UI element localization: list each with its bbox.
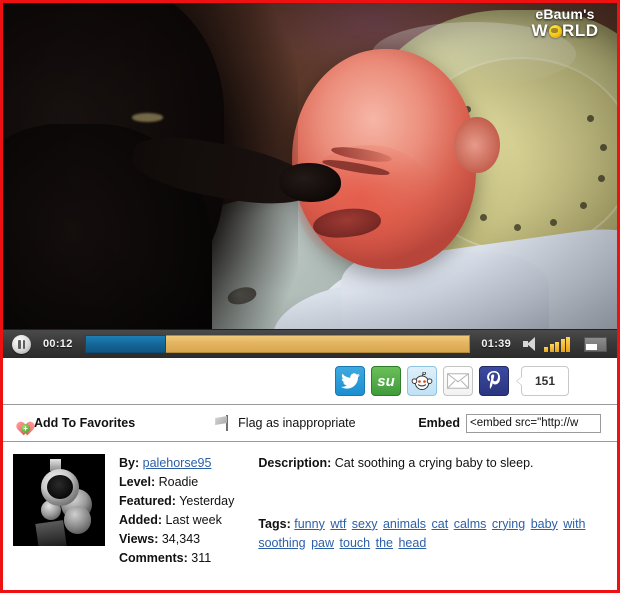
description-line: Description: Cat soothing a crying baby … xyxy=(258,454,607,473)
meta-label-views: Views: xyxy=(119,532,159,546)
meta-row-added: Added: Last week xyxy=(119,511,234,530)
description-column: Description: Cat soothing a crying baby … xyxy=(258,454,607,568)
meta-value-featured: Yesterday xyxy=(179,494,235,508)
scene-pillow-dot xyxy=(549,219,557,227)
tag-link[interactable]: sexy xyxy=(352,517,378,531)
tag-link[interactable]: with xyxy=(563,517,585,531)
watermark-line1: eBaum's xyxy=(535,6,595,22)
meta-label-added: Added: xyxy=(119,513,163,527)
scene-pillow-dot xyxy=(586,115,594,123)
volume-bar xyxy=(544,346,548,352)
scene-pillow-dot xyxy=(579,201,587,209)
volume-bar xyxy=(549,344,554,352)
progress-remaining xyxy=(165,335,471,353)
tag-link[interactable]: touch xyxy=(340,536,371,550)
volume-bar xyxy=(555,341,559,352)
meta-label-comments: Comments: xyxy=(119,551,188,565)
tag-link[interactable]: head xyxy=(398,536,426,550)
watermark-rld: RLD xyxy=(562,21,599,40)
watermark-line2: W RLD xyxy=(519,22,611,39)
uploader-link[interactable]: palehorse95 xyxy=(143,456,212,470)
meta-value-comments: 311 xyxy=(191,551,212,565)
stumbleupon-share-button[interactable]: su xyxy=(371,366,401,396)
meta-value-level: Roadie xyxy=(158,475,199,489)
tag-link[interactable]: baby xyxy=(531,517,558,531)
tags-line: Tags: funny wtf sexy animals cat calms c… xyxy=(258,515,607,553)
tag-link[interactable]: wtf xyxy=(330,517,346,531)
tag-link[interactable]: funny xyxy=(294,517,325,531)
video-meta: By: palehorse95 Level: Roadie Featured: … xyxy=(119,454,234,568)
embed-label: Embed xyxy=(418,416,460,430)
meta-value-added: Last week xyxy=(165,513,222,527)
scene-cat-paw xyxy=(279,162,341,202)
description-label: Description: xyxy=(258,456,332,470)
meta-label-level: Level: xyxy=(119,475,156,489)
speaker-icon[interactable] xyxy=(523,337,539,351)
heart-plus-icon: + xyxy=(13,415,30,433)
tag-link[interactable]: calms xyxy=(454,517,487,531)
scene-pillow-dot xyxy=(597,174,605,182)
tag-link[interactable]: soothing xyxy=(258,536,305,550)
meta-row-level: Level: Roadie xyxy=(119,473,234,492)
tag-link[interactable]: animals xyxy=(383,517,426,531)
volume-slider[interactable] xyxy=(544,336,570,352)
tag-link[interactable]: the xyxy=(376,536,393,550)
meta-row-comments: Comments: 311 xyxy=(119,549,234,568)
pinterest-share-button[interactable] xyxy=(479,366,509,396)
meta-row-views: Views: 34,343 xyxy=(119,530,234,549)
ebaums-world-watermark: eBaum's W RLD xyxy=(519,7,611,47)
fullscreen-icon[interactable] xyxy=(584,336,607,352)
progress-played xyxy=(84,335,166,353)
share-row: su 151 xyxy=(3,358,617,405)
globe-icon xyxy=(548,25,562,38)
progress-bar[interactable] xyxy=(84,335,471,353)
share-count-badge: 151 xyxy=(516,366,569,396)
description-value: Cat soothing a crying baby to sleep. xyxy=(334,456,534,470)
pause-icon[interactable] xyxy=(12,334,31,354)
flag-icon xyxy=(215,415,231,431)
meta-label-by: By: xyxy=(119,456,140,470)
reddit-share-button[interactable] xyxy=(407,366,437,396)
watermark-w: W xyxy=(531,21,549,40)
current-time: 00:12 xyxy=(43,338,73,350)
tag-link[interactable]: paw xyxy=(311,536,334,550)
meta-label-featured: Featured: xyxy=(119,494,176,508)
tags-container: funny wtf sexy animals cat calms crying … xyxy=(258,517,587,550)
meta-row-by: By: palehorse95 xyxy=(119,454,234,473)
volume-bar xyxy=(560,339,565,352)
flag-inappropriate-label: Flag as inappropriate xyxy=(238,416,356,430)
meta-row-featured: Featured: Yesterday xyxy=(119,492,234,511)
player-controls: 00:12 01:39 xyxy=(3,329,617,358)
add-to-favorites-label: Add To Favorites xyxy=(34,416,136,430)
video-player[interactable]: eBaum's W RLD 00:12 01:39 xyxy=(3,3,617,358)
tag-link[interactable]: crying xyxy=(492,517,525,531)
action-row: + Add To Favorites Flag as inappropriate… xyxy=(3,405,617,442)
flag-inappropriate-button[interactable]: Flag as inappropriate xyxy=(215,415,356,431)
embed-field-group: Embed xyxy=(418,413,601,433)
scene-pillow-dot xyxy=(479,213,487,221)
volume-bar xyxy=(566,336,570,352)
tag-link[interactable]: cat xyxy=(432,517,449,531)
video-stage[interactable]: eBaum's W RLD xyxy=(3,3,617,358)
embed-input[interactable] xyxy=(466,413,601,433)
page-frame: eBaum's W RLD 00:12 01:39 su 151 + Add T… xyxy=(0,0,620,593)
tags-label: Tags: xyxy=(258,516,291,531)
email-share-button[interactable] xyxy=(443,366,473,396)
add-to-favorites-button[interactable]: + Add To Favorites xyxy=(13,415,136,433)
total-time: 01:39 xyxy=(481,338,511,350)
info-row: By: palehorse95 Level: Roadie Featured: … xyxy=(3,442,617,568)
scene-pillow-dot xyxy=(513,223,521,231)
meta-value-views: 34,343 xyxy=(161,532,201,546)
avatar[interactable] xyxy=(13,454,105,546)
twitter-share-button[interactable] xyxy=(335,366,365,396)
scene-pillow-dot xyxy=(600,143,608,151)
scene-cat-eye xyxy=(131,113,163,122)
